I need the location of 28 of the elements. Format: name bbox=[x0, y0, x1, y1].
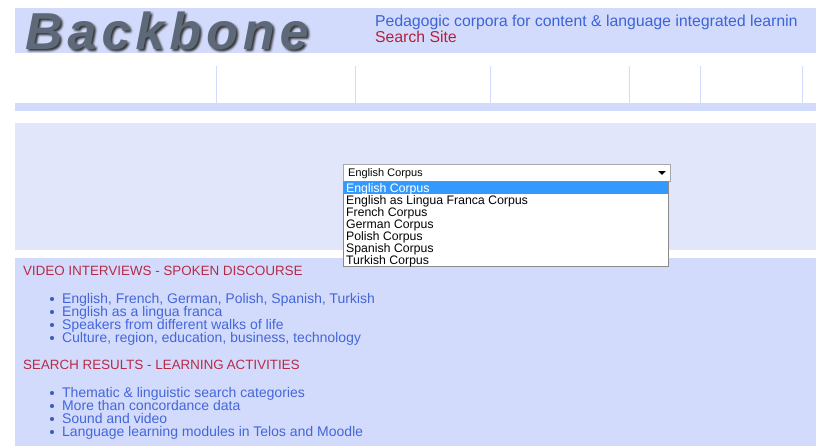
list-item: Thematic & linguistic search categories bbox=[62, 386, 305, 399]
dropdown-option[interactable]: English as Lingua Franca Corpus bbox=[344, 194, 668, 206]
dropdown-option[interactable]: Spanish Corpus bbox=[344, 242, 668, 254]
list-item: More than concordance data bbox=[62, 399, 240, 412]
bullet-icon bbox=[50, 296, 54, 300]
list-item: Culture, region, education, business, technology bbox=[62, 331, 361, 344]
site-tagline: Pedagogic corpora for content & language integrated learnin bbox=[375, 14, 798, 30]
bullet-icon bbox=[50, 322, 54, 326]
bullet-icon bbox=[50, 416, 54, 420]
list-item: Language learning modules in Telos and Moodle bbox=[62, 425, 363, 438]
bullet-icon bbox=[50, 310, 54, 314]
bullet-icon bbox=[50, 404, 54, 408]
corpus-dropdown[interactable]: English Corpus bbox=[343, 164, 671, 182]
section-heading: VIDEO INTERVIEWS - SPOKEN DISCOURSE bbox=[23, 264, 304, 278]
search-site-link[interactable]: Search Site bbox=[375, 30, 457, 46]
caret-icon bbox=[658, 171, 666, 175]
dropdown-option[interactable]: French Corpus bbox=[344, 206, 668, 218]
dropdown-option[interactable]: German Corpus bbox=[344, 218, 668, 230]
bullet-icon bbox=[50, 336, 54, 340]
bullet-icon bbox=[50, 390, 54, 394]
section-heading: SEARCH RESULTS - LEARNING ACTIVITIES bbox=[23, 358, 301, 372]
dropdown-option[interactable]: Turkish Corpus bbox=[344, 254, 668, 266]
dropdown-option[interactable]: Polish Corpus bbox=[344, 230, 668, 242]
list-item: Speakers from different walks of life bbox=[62, 318, 284, 331]
list-item: English, French, German, Polish, Spanish, Turkish bbox=[62, 292, 375, 305]
list-item: English as a lingua franca bbox=[62, 305, 222, 318]
bullet-icon bbox=[50, 430, 54, 434]
list-item: Sound and video bbox=[62, 412, 168, 425]
